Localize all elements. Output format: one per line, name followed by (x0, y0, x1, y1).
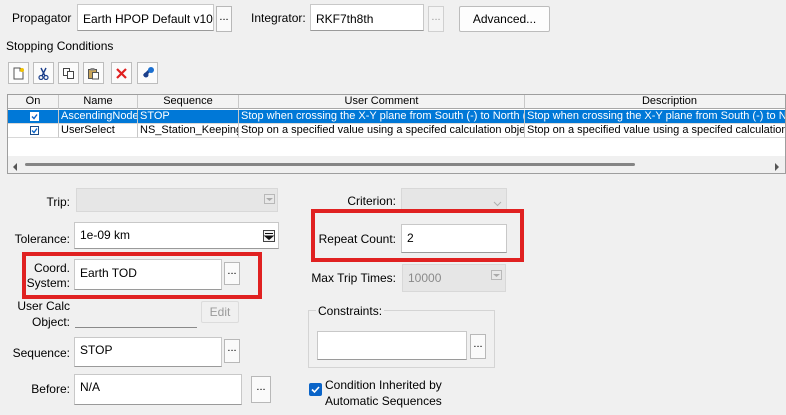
stopping-conditions-table[interactable]: On Name Sequence User Comment Descriptio… (7, 94, 786, 174)
delete-button[interactable] (111, 62, 132, 84)
new-icon (13, 67, 24, 79)
copy-button[interactable] (58, 62, 79, 84)
constraints-field[interactable] (317, 331, 467, 360)
tolerance-label: Tolerance: (14, 232, 70, 246)
paste-button[interactable] (83, 62, 104, 84)
advanced-button[interactable]: Advanced... (459, 6, 550, 32)
row-user-comment: Stop on a specified value using a specif… (239, 124, 525, 138)
sequence-label: Sequence: (12, 346, 70, 360)
repeat-count-field[interactable]: 2 (401, 224, 507, 253)
coord-system-browse-button[interactable]: ... (224, 262, 240, 285)
column-header-name[interactable]: Name (59, 95, 138, 109)
condition-inherited-label-line1: Condition Inherited by (325, 378, 442, 392)
horizontal-scrollbar[interactable] (8, 156, 785, 173)
row-sequence: STOP (138, 110, 239, 124)
row-on-checkbox[interactable] (29, 112, 39, 121)
column-header-description[interactable]: Description (525, 95, 785, 109)
table-row[interactable]: UserSelect NS_Station_Keeping Stop on a … (8, 124, 785, 138)
user-calc-edit-button[interactable]: Edit (201, 301, 239, 323)
user-calc-label-line1: User Calc (17, 299, 70, 313)
trip-label: Trip: (46, 195, 70, 209)
coord-system-field[interactable]: Earth TOD (74, 259, 222, 290)
sequence-field[interactable]: STOP (74, 337, 222, 367)
column-header-user-comment[interactable]: User Comment (239, 95, 525, 109)
trip-spin-icon (262, 192, 276, 206)
row-on-checkbox[interactable] (29, 126, 39, 135)
integrator-browse-button[interactable]: ... (428, 6, 444, 32)
sequence-browse-button[interactable]: ... (224, 339, 240, 363)
delete-icon (116, 67, 127, 79)
cut-icon (38, 67, 49, 80)
constraints-browse-button[interactable]: ... (470, 334, 486, 359)
row-name: UserSelect (59, 124, 138, 138)
properties-icon (142, 67, 154, 78)
cut-button[interactable] (33, 62, 54, 84)
row-description: Stop on a specified value using a specif… (525, 124, 785, 138)
repeat-count-label: Repeat Count: (318, 232, 396, 246)
coord-system-label-line2: System: (26, 276, 70, 290)
column-header-sequence[interactable]: Sequence (138, 95, 239, 109)
before-field[interactable]: N/A (74, 374, 242, 405)
new-condition-button[interactable] (8, 62, 29, 84)
properties-button[interactable] (137, 62, 158, 84)
integrator-label: Integrator: (251, 11, 306, 25)
scroll-left-arrow-icon[interactable] (12, 160, 18, 173)
column-header-on[interactable]: On (8, 95, 59, 109)
before-label: Before: (31, 382, 70, 396)
user-calc-field[interactable] (75, 302, 197, 328)
propagator-field[interactable]: Earth HPOP Default v10 (77, 4, 214, 31)
before-browse-button[interactable]: ... (251, 376, 271, 403)
check-icon (31, 114, 38, 120)
max-trip-spin-icon (489, 268, 503, 282)
row-name: AscendingNode (59, 110, 138, 124)
copy-icon (63, 67, 74, 79)
scrollbar-thumb[interactable] (25, 163, 635, 166)
row-description: Stop when crossing the X-Y plane from So… (525, 110, 785, 124)
user-calc-label-line2: Object: (31, 315, 70, 329)
table-row[interactable]: AscendingNode STOP Stop when crossing th… (8, 110, 785, 124)
criterion-select[interactable] (401, 188, 507, 212)
scroll-right-arrow-icon[interactable] (774, 160, 780, 173)
check-icon (311, 386, 320, 394)
table-header: On Name Sequence User Comment Descriptio… (8, 95, 785, 109)
constraints-label: Constraints: (316, 304, 385, 318)
paste-icon (88, 67, 99, 79)
propagator-browse-button[interactable]: ... (216, 6, 232, 32)
condition-inherited-checkbox[interactable] (309, 383, 322, 396)
criterion-chevron-down-icon (493, 196, 502, 210)
trip-field[interactable] (76, 188, 278, 212)
max-trip-times-label: Max Trip Times: (311, 271, 396, 285)
stopping-conditions-title: Stopping Conditions (6, 39, 114, 53)
criterion-label: Criterion: (347, 194, 396, 208)
row-user-comment: Stop when crossing the X-Y plane from So… (239, 110, 525, 124)
propagator-label: Propagator (12, 11, 72, 25)
check-icon (31, 128, 38, 134)
tolerance-field[interactable]: 1e-09 km (74, 222, 279, 249)
row-sequence: NS_Station_Keeping (138, 124, 239, 138)
tolerance-spin-icon[interactable] (262, 229, 276, 243)
integrator-field[interactable]: RKF7th8th (310, 4, 424, 31)
coord-system-label-line1: Coord. (33, 261, 70, 275)
condition-inherited-label-line2: Automatic Sequences (325, 394, 442, 408)
